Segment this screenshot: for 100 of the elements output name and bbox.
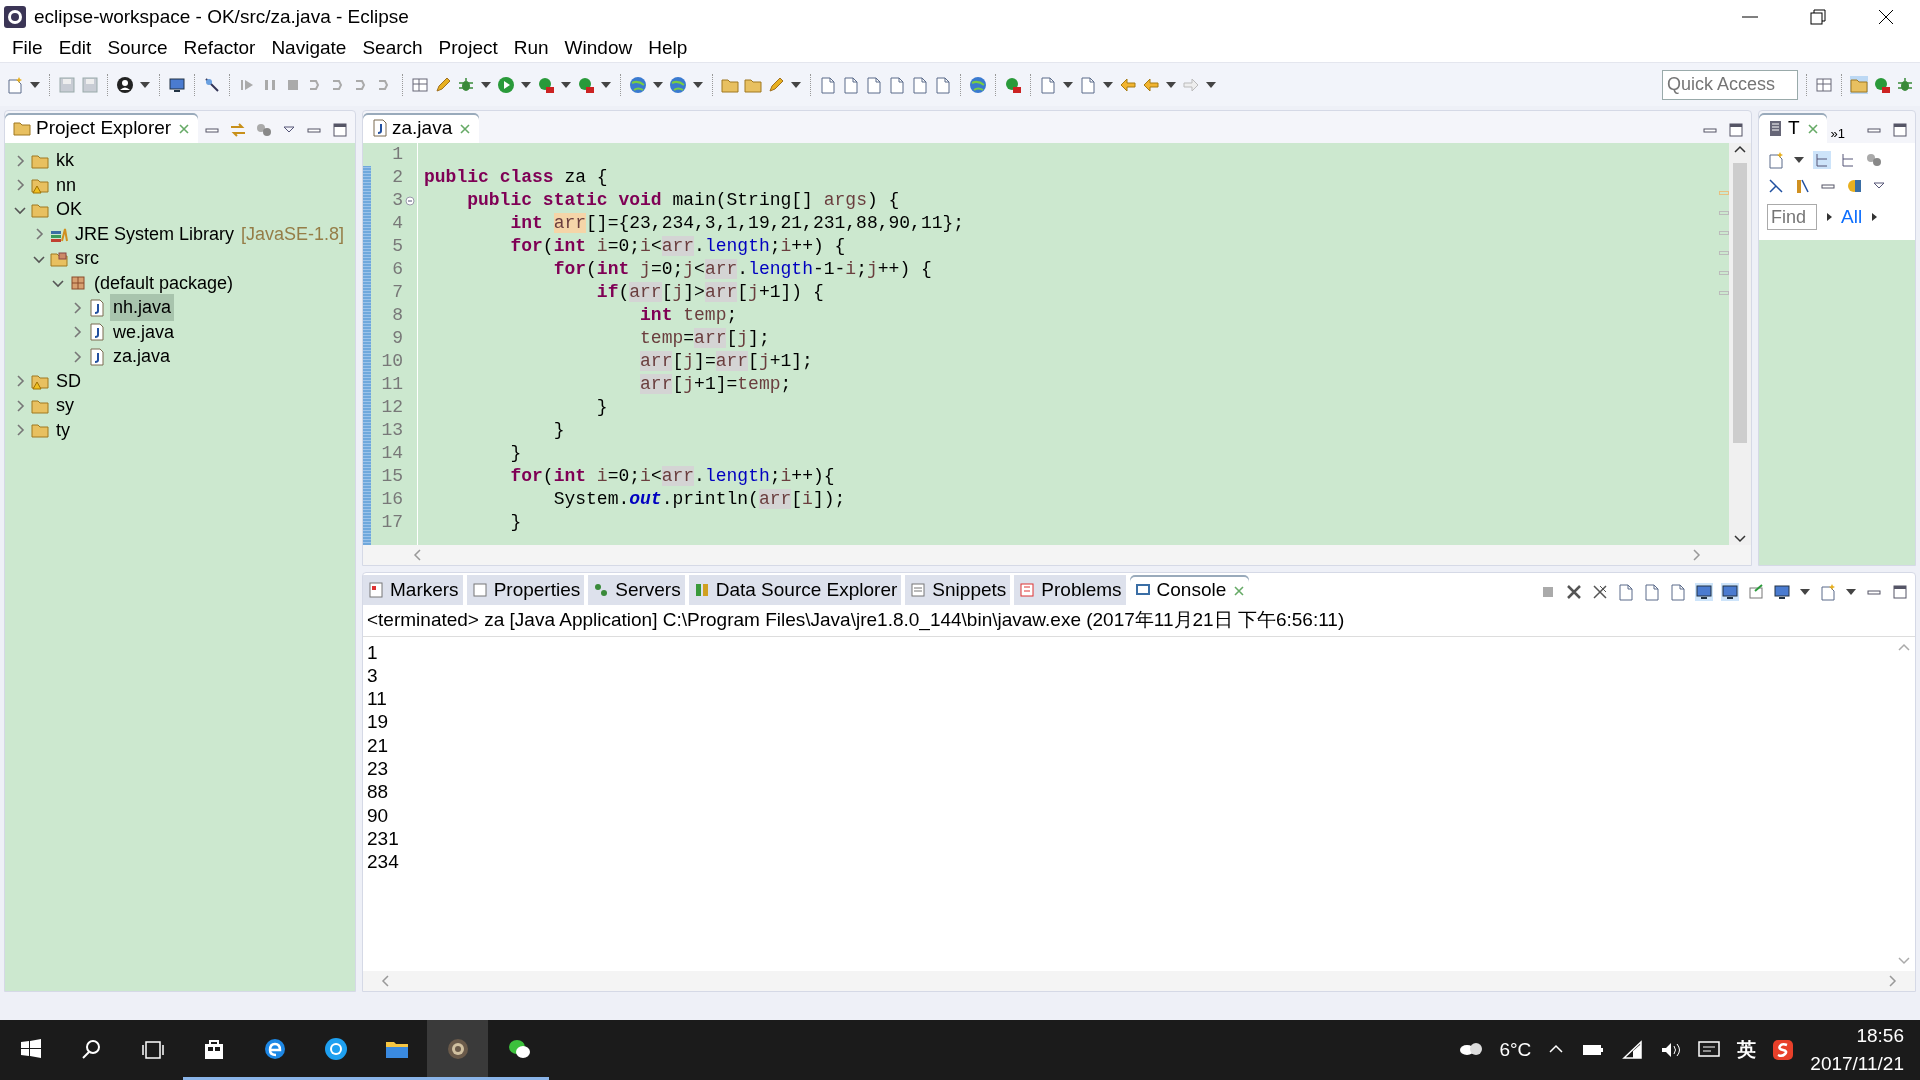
menu-item[interactable]: Navigate [263,34,355,62]
clear-console-icon[interactable] [1617,583,1635,601]
document-icon[interactable] [888,75,906,94]
tree-item[interactable]: nn [53,171,80,199]
close-icon[interactable] [1231,583,1246,597]
tree-item[interactable]: src [72,245,102,272]
open-perspective-icon[interactable] [1815,75,1833,94]
scroll-lock-icon[interactable] [1643,583,1661,601]
view-tab[interactable]: Project Explorer [5,113,199,143]
quick-access-field[interactable]: Quick Access [1662,69,1798,100]
menu-item[interactable]: Refactor [175,34,264,62]
tree-item[interactable]: za.java [110,343,174,370]
show-error-icon[interactable] [1721,583,1739,601]
new-file-icon[interactable] [1767,151,1785,169]
tree-item[interactable]: OK [53,196,85,223]
menu-item[interactable]: Source [99,34,176,62]
document-icon[interactable] [819,75,837,94]
eclipse-logo-icon [4,6,26,28]
view-tab[interactable]: Servers [588,575,685,605]
input-method-icon[interactable] [1772,1039,1795,1061]
tree-item[interactable]: (default package) [91,269,237,297]
new-file-icon[interactable] [6,75,24,94]
tree-item[interactable]: kk [53,147,77,174]
window-title: eclipse-workspace - OK/src/za.java - Eclipse [34,4,409,29]
word-wrap-icon[interactable] [1669,583,1687,601]
close-icon[interactable] [457,121,472,135]
input-method-indicator[interactable]: 英 [1737,1035,1757,1065]
run-config-icon[interactable] [1004,75,1022,94]
document-icon[interactable] [1039,75,1057,94]
menu-item[interactable]: Edit [50,34,100,62]
filter-link[interactable]: All [1841,203,1863,232]
pin-console-icon[interactable] [1747,583,1765,601]
bug-icon[interactable] [1896,75,1914,94]
menu-item[interactable]: Search [354,34,431,62]
console-output-line: 23 [366,757,390,781]
monitor-icon[interactable] [168,75,186,94]
package-icon [69,274,87,292]
remove-launch-icon[interactable] [1565,583,1583,601]
hierarchy-icon[interactable] [1813,151,1831,169]
save-all-icon[interactable] [81,75,99,94]
menu-item[interactable]: Project [430,34,506,62]
menu-item[interactable]: File [4,34,51,62]
tree-item[interactable]: SD [53,367,84,395]
open-console-icon[interactable] [1819,583,1837,601]
close-icon[interactable] [176,121,191,135]
person-icon[interactable] [116,75,134,94]
menu-item[interactable]: Help [640,34,696,62]
console-output-line: 1 [366,640,379,664]
view-tab[interactable]: Snippets [905,575,1011,605]
globe-icon[interactable] [969,75,987,94]
pencil-icon[interactable] [767,75,785,94]
console-output-line: 19 [366,710,390,734]
editor-tab[interactable]: za.java [363,113,480,143]
save-icon[interactable] [58,75,76,94]
view-tab[interactable]: Markers [363,575,463,605]
vertical-scrollbar[interactable] [1729,143,1751,545]
document-icon[interactable] [1079,75,1097,94]
run-config-icon[interactable] [577,75,595,94]
maximize-icon[interactable] [331,121,349,139]
console-output-line: 88 [366,780,390,804]
clock-time[interactable]: 18:56 [1856,1021,1904,1050]
filter-icon[interactable] [1865,151,1883,169]
maximize-icon[interactable] [1727,121,1745,139]
tree-item[interactable]: sy [53,392,77,419]
run-config-icon[interactable] [537,75,555,94]
find-field[interactable]: Find [1767,204,1817,231]
view-tab[interactable]: Problems [1014,575,1126,605]
run-icon[interactable] [497,75,515,94]
wifi-icon[interactable] [1621,1039,1644,1061]
menu-item[interactable]: Window [556,34,641,62]
code-line: temp=arr[j]; [639,327,770,350]
maximize-icon[interactable] [1891,121,1909,139]
view-tab[interactable]: Data Source Explorer [688,575,902,605]
document-icon[interactable] [911,75,929,94]
document-icon[interactable] [934,75,952,94]
remove-all-icon[interactable] [1591,583,1609,601]
horizontal-scrollbar[interactable] [363,971,1915,991]
filter-icon[interactable] [255,121,273,139]
code-line: arr[j]=arr[j+1]; [639,350,813,373]
maximize-icon[interactable] [1891,583,1909,601]
view-tab[interactable]: Properties [466,575,585,605]
tree-item[interactable]: nh.java [110,294,175,321]
pin-icon[interactable] [203,75,221,94]
document-icon[interactable] [865,75,883,94]
display-console-icon[interactable] [1773,583,1791,601]
bug-icon[interactable] [457,75,475,94]
clock-date[interactable]: 2017/11/21 [1810,1050,1904,1079]
tree-item[interactable]: ty [53,416,73,444]
menu-item[interactable]: Run [505,34,557,62]
outline-icon [1767,119,1783,137]
show-output-icon[interactable] [1695,583,1713,601]
document-icon[interactable] [842,75,860,94]
fold-icon[interactable] [405,195,415,206]
globe-icon[interactable] [629,75,647,94]
horizontal-scrollbar[interactable] [363,545,1751,565]
link-arrows-icon[interactable] [229,121,247,139]
view-tab[interactable]: T [1759,113,1827,143]
more-views-button[interactable]: »1 [1830,123,1846,143]
tree-item[interactable]: we.java [110,318,178,346]
tree-item[interactable]: JRE System Library [72,220,238,248]
